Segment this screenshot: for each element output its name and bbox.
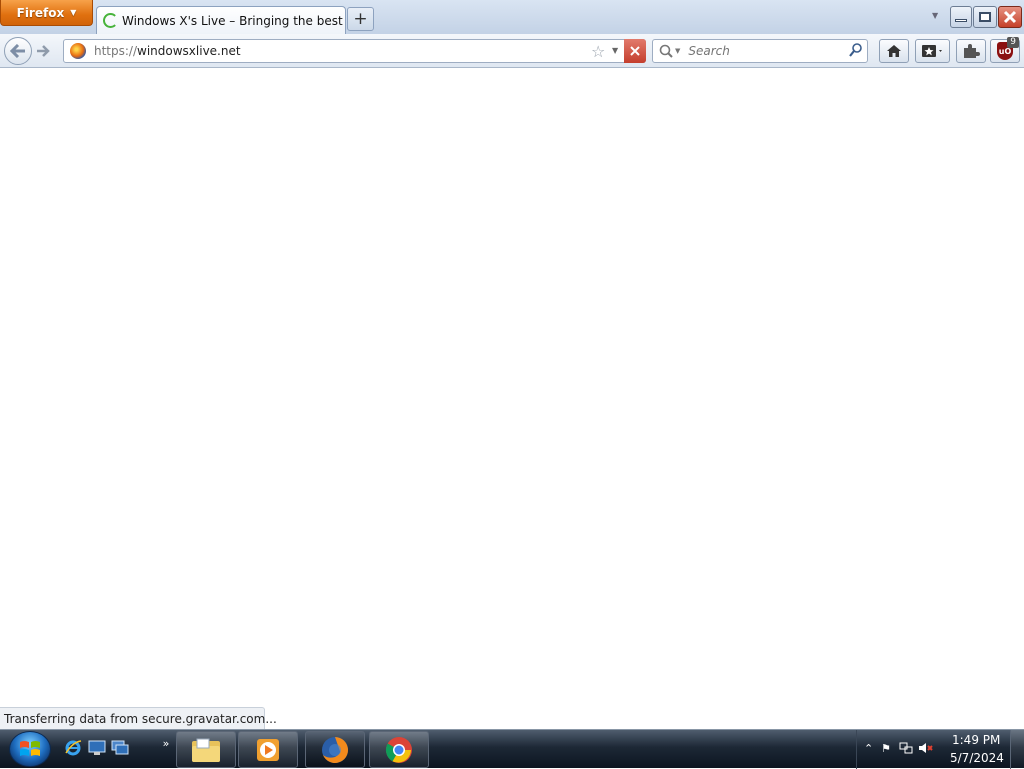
forward-button[interactable] (33, 42, 53, 60)
desktop-icon (88, 740, 106, 755)
new-tab-button[interactable]: + (347, 7, 374, 31)
taskbar-firefox[interactable] (305, 731, 365, 768)
magnifier-icon (849, 43, 862, 57)
search-bar[interactable]: ▼ (652, 39, 868, 63)
firefox-menu-button[interactable]: Firefox ▼ (0, 0, 93, 26)
restore-icon (979, 12, 991, 22)
show-hidden-icons-button[interactable]: ⌃ (864, 742, 873, 755)
taskbar-explorer[interactable] (176, 731, 236, 768)
volume-muted-icon[interactable] (918, 742, 934, 757)
back-button[interactable] (4, 37, 32, 65)
search-engine-selector[interactable]: ▼ (659, 44, 680, 58)
clock-time[interactable]: 1:49 PM (952, 733, 1000, 747)
firefox-icon (322, 736, 348, 763)
firefox-menu-label: Firefox (16, 5, 65, 20)
internet-explorer-icon (65, 740, 82, 756)
show-desktop-button[interactable] (1010, 730, 1024, 769)
site-identity-icon[interactable] (70, 43, 86, 59)
tab-title: Windows X's Live – Bringing the best Wi.… (122, 13, 345, 28)
tab-active[interactable]: Windows X's Live – Bringing the best Wi.… (96, 6, 346, 34)
windows-logo-icon (20, 741, 40, 756)
arrow-right-icon (37, 45, 50, 57)
chrome-icon (385, 736, 412, 763)
stop-icon (630, 46, 640, 56)
search-go-button[interactable] (849, 43, 863, 63)
clock-date[interactable]: 5/7/2024 (950, 751, 1004, 765)
home-icon (887, 45, 901, 57)
url-host: windowsxlive.net (137, 44, 241, 58)
status-text: Transferring data from secure.gravatar.c… (4, 712, 277, 726)
page-content (0, 68, 1024, 729)
list-all-tabs-button[interactable]: ▼ (932, 11, 938, 20)
close-icon (1003, 10, 1017, 24)
taskbar-chrome[interactable] (369, 731, 429, 768)
restore-button[interactable] (973, 6, 997, 28)
media-player-icon (257, 738, 279, 761)
taskbar-media-player[interactable] (238, 731, 298, 768)
ublock-origin-button[interactable]: uO 9 (990, 37, 1020, 63)
navigation-toolbar: https://windowsxlive.net ☆ ▼ ▼ Search uO… (0, 34, 1024, 68)
bookmarks-menu-button[interactable] (915, 39, 950, 63)
chevron-down-icon: ▼ (675, 47, 681, 55)
puzzle-piece-icon (964, 44, 980, 58)
url-scheme: https:// (94, 44, 138, 58)
bookmark-star-icon[interactable]: ☆ (591, 42, 605, 61)
blocked-count-badge: 9 (1007, 37, 1019, 48)
taskbar: » ⌃ ⚑ 1:49 PM 5/7/2024 (0, 729, 1024, 769)
quicklaunch-more-button[interactable]: » (156, 733, 176, 753)
show-desktop-quicklaunch[interactable] (87, 738, 107, 758)
switch-windows-icon (111, 740, 129, 755)
minimize-button[interactable] (950, 6, 972, 28)
title-bar: Firefox ▼ Windows X's Live – Bringing th… (0, 0, 1024, 34)
addons-button[interactable] (956, 39, 986, 63)
plus-icon: + (353, 9, 368, 29)
internet-explorer-quicklaunch[interactable] (63, 738, 83, 758)
arrow-left-icon (10, 44, 25, 58)
address-bar[interactable]: https://windowsxlive.net ☆ ▼ (63, 39, 646, 63)
status-bar: Transferring data from secure.gravatar.c… (0, 707, 277, 729)
minimize-icon (955, 18, 967, 22)
network-icon[interactable] (899, 742, 913, 757)
search-icon (659, 44, 673, 58)
history-dropdown-icon[interactable]: ▼ (612, 46, 618, 55)
close-button[interactable] (998, 6, 1022, 28)
action-center-flag-icon[interactable]: ⚑ (881, 742, 891, 755)
search-input[interactable] (688, 44, 839, 58)
bookmarks-icon (921, 45, 942, 57)
home-button[interactable] (879, 39, 909, 63)
chevron-down-icon: ▼ (70, 8, 77, 17)
loading-spinner-icon (103, 13, 118, 28)
folder-icon (192, 738, 220, 762)
start-button[interactable] (9, 731, 51, 767)
url-text[interactable]: https://windowsxlive.net (94, 44, 241, 58)
switch-windows-quicklaunch[interactable] (110, 738, 130, 758)
stop-button[interactable] (624, 39, 646, 63)
